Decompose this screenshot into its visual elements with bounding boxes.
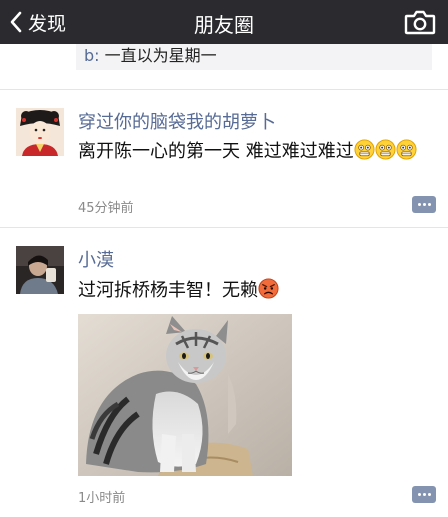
grin-emoji (375, 139, 396, 160)
avatar-image (16, 108, 64, 156)
avatar[interactable] (16, 108, 64, 156)
comment-button[interactable] (412, 196, 436, 213)
cat-image (78, 314, 292, 476)
post-divider (0, 89, 448, 90)
dot (418, 203, 421, 206)
post-text: 过河拆桥杨丰智！无赖 (78, 278, 433, 304)
post-divider (0, 227, 448, 228)
post-time: 1小时前 (78, 491, 126, 506)
dot (423, 203, 426, 206)
post-photo[interactable] (78, 314, 292, 476)
dot (428, 203, 431, 206)
comment-user[interactable]: b: (84, 46, 100, 65)
dot (418, 493, 421, 496)
angry-emoji (258, 278, 279, 299)
page-title: 朋友圈 (194, 13, 254, 37)
comment-text: 一直以为星期一 (99, 46, 217, 65)
post-username[interactable]: 小漠 (78, 246, 114, 272)
dot (423, 493, 426, 496)
dot (428, 493, 431, 496)
comment-preview: b: 一直以为星期一 (76, 44, 432, 70)
avatar[interactable] (16, 246, 64, 294)
camera-button[interactable] (404, 8, 436, 36)
post-time: 45分钟前 (78, 201, 134, 216)
comment-button[interactable] (412, 486, 436, 503)
post-text: 离开陈一心的第一天 难过难过难过 (78, 139, 433, 165)
post-username[interactable]: 穿过你的脑袋我的胡萝卜 (78, 108, 276, 134)
post-text-content: 过河拆桥杨丰智！无赖 (78, 280, 258, 301)
camera-icon (404, 10, 436, 35)
top-nav-bar: 发现 朋友圈 (0, 0, 448, 44)
avatar-image (16, 246, 64, 294)
grin-emoji (396, 139, 417, 160)
grin-emoji (354, 139, 375, 160)
post-text-content: 离开陈一心的第一天 难过难过难过 (78, 141, 354, 162)
